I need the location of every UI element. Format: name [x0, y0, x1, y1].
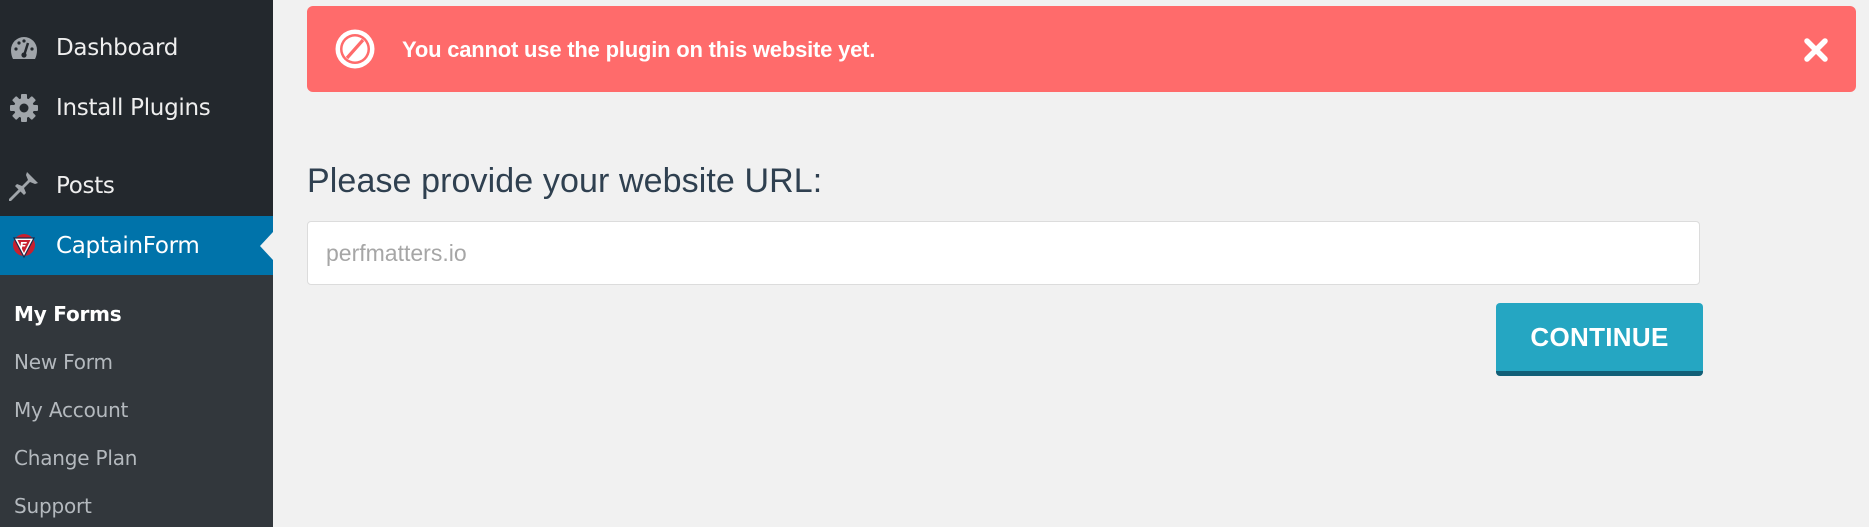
website-url-input[interactable]	[307, 221, 1700, 285]
dashboard-icon	[8, 32, 40, 64]
gear-icon	[8, 92, 40, 124]
ban-icon	[334, 28, 376, 75]
alert-message: You cannot use the plugin on this websit…	[402, 37, 876, 62]
captainform-submenu: My Forms New Form My Account Change Plan…	[0, 275, 273, 527]
submenu-item-change-plan[interactable]: Change Plan	[14, 446, 137, 470]
submenu-item-my-account[interactable]: My Account	[14, 398, 128, 422]
submenu-item-new-form[interactable]: New Form	[14, 350, 113, 374]
sidebar-item-posts[interactable]: Posts	[0, 157, 273, 215]
sidebar-item-label: Dashboard	[56, 35, 179, 61]
close-icon[interactable]	[1803, 37, 1829, 63]
sidebar-item-label: Posts	[56, 173, 115, 199]
sidebar-item-label: Install Plugins	[56, 95, 211, 121]
submenu-item-my-forms[interactable]: My Forms	[14, 302, 122, 326]
sidebar-item-install-plugins[interactable]: Install Plugins	[0, 79, 273, 137]
submenu-item-support[interactable]: Support	[14, 494, 92, 518]
sidebar-item-dashboard[interactable]: Dashboard	[0, 19, 273, 77]
url-prompt-heading: Please provide your website URL:	[307, 162, 823, 200]
captainform-logo-icon	[8, 230, 40, 262]
admin-sidebar: Dashboard Install Plugins Posts CaptainF…	[0, 0, 273, 527]
active-indicator-arrow	[260, 231, 273, 260]
sidebar-item-label: CaptainForm	[56, 232, 200, 259]
pushpin-icon	[8, 170, 40, 202]
continue-button[interactable]: CONTINUE	[1496, 303, 1703, 376]
sidebar-item-captainform[interactable]: CaptainForm	[0, 216, 273, 275]
